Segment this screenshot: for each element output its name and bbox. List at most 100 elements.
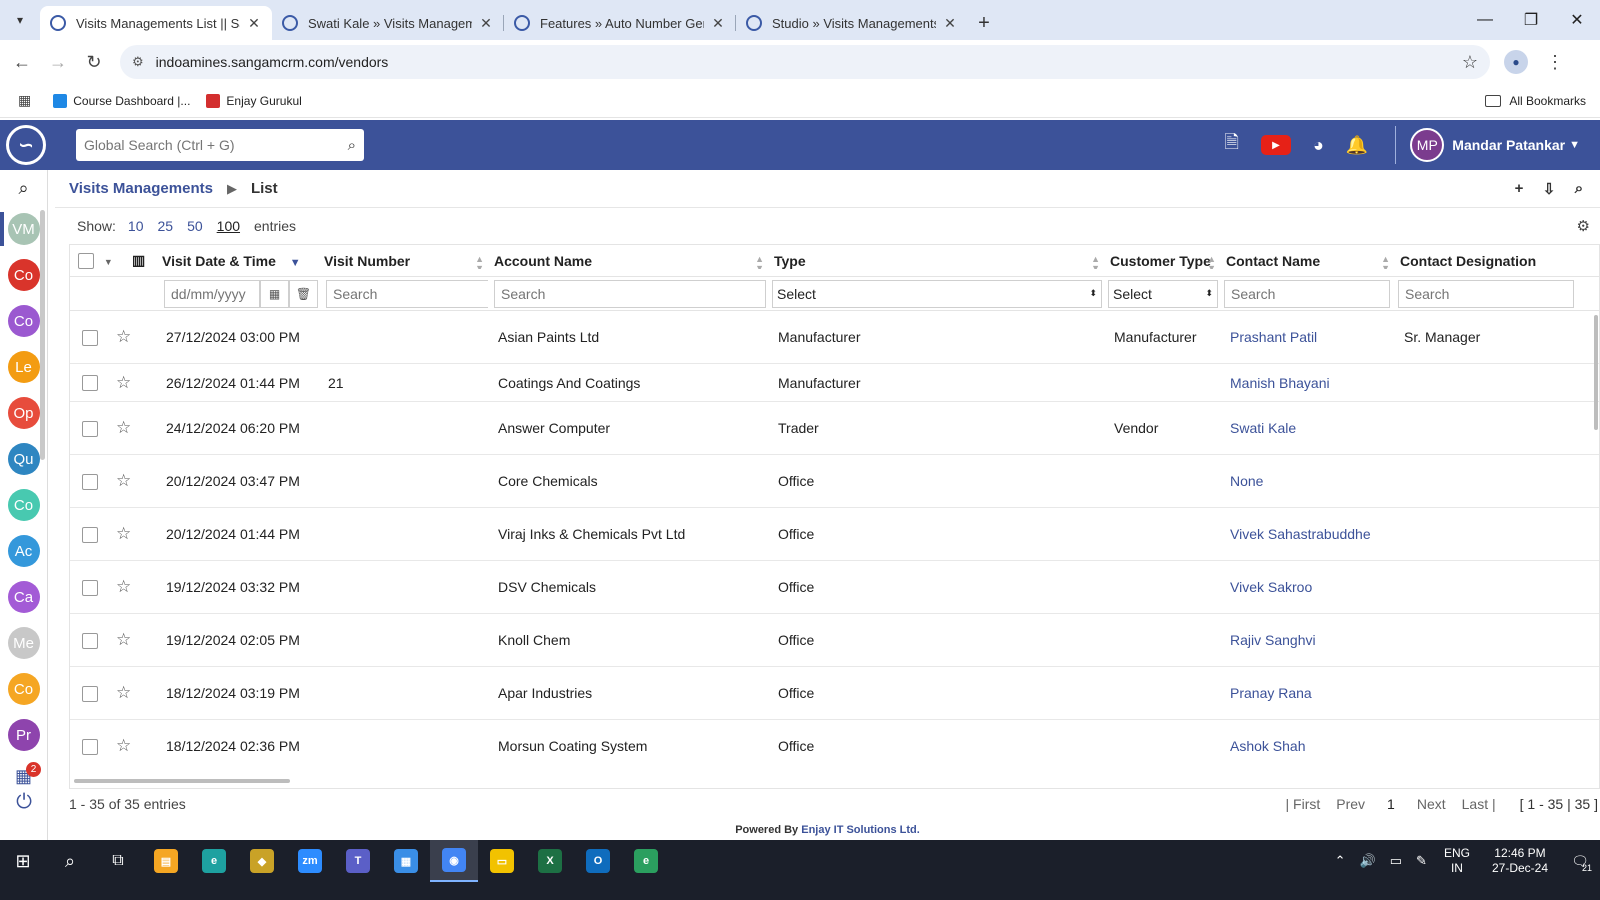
globe-icon[interactable]: ◕ (1313, 135, 1324, 156)
sidebar-module-item[interactable]: Co (0, 482, 47, 528)
task-view-icon[interactable]: ⧉ (94, 840, 142, 882)
table-vertical-scrollbar[interactable] (1594, 315, 1598, 430)
excel-app[interactable]: X (526, 840, 574, 882)
row-checkbox[interactable] (82, 420, 98, 437)
minimize-icon[interactable]: — (1462, 11, 1508, 29)
table-row[interactable]: ☆ 27/12/2024 03:00 PM Asian Paints Ltd Manu… (70, 311, 1599, 364)
sidebar-notifications-item[interactable]: ▦ 2 (0, 758, 47, 794)
table-row[interactable]: ☆ 20/12/2024 03:47 PM Core Chemicals Office… (70, 455, 1599, 508)
sort-icon[interactable]: ▲ ▼ (1381, 254, 1390, 269)
row-checkbox[interactable] (82, 329, 98, 346)
profile-icon[interactable]: ● (1504, 50, 1528, 74)
cell-contact-name[interactable]: None (1220, 473, 1394, 489)
forward-arrow-icon[interactable]: → (40, 52, 76, 73)
page-size-10[interactable]: 10 (128, 218, 144, 234)
sort-icon[interactable]: ▲ ▼ (1091, 254, 1100, 269)
pen-icon[interactable]: ✎ (1416, 853, 1427, 869)
sidebar-scrollbar[interactable] (40, 210, 45, 460)
chrome-app[interactable]: ◉ (430, 840, 478, 882)
sort-icon[interactable]: ▲ ▼ (755, 254, 764, 269)
teams-app[interactable]: T (334, 840, 382, 882)
row-checkbox[interactable] (82, 375, 98, 392)
sidebar-module-item[interactable]: Pr (0, 712, 47, 758)
cell-contact-name[interactable]: Vivek Sakroo (1220, 579, 1394, 595)
trash-icon[interactable]: 🗑 (289, 279, 318, 308)
power-icon[interactable]: ⏻ (0, 791, 48, 814)
language-indicator[interactable]: ENG IN (1444, 846, 1470, 876)
account-name-search[interactable] (494, 279, 766, 308)
sidebar-module-item[interactable]: Co (0, 666, 47, 712)
add-record-icon[interactable]: + (1504, 180, 1534, 198)
youtube-icon[interactable]: ▶ (1260, 135, 1291, 155)
close-tab-icon[interactable]: ✕ (478, 15, 494, 32)
explorer-app[interactable]: ▭ (478, 840, 526, 882)
table-row[interactable]: ☆ 19/12/2024 02:05 PM Knoll Chem Office Raji… (70, 614, 1599, 667)
apps-grid-icon[interactable]: ▦ (18, 92, 31, 109)
table-row[interactable]: ☆ 18/12/2024 02:36 PM Morsun Coating Syste… (70, 720, 1599, 769)
col-contact-name[interactable]: Contact Name ▲ ▼ (1220, 253, 1394, 269)
row-favorite-star-icon[interactable]: ☆ (112, 524, 156, 544)
taskbar-search-icon[interactable]: ⌕ (46, 840, 94, 882)
cell-contact-name[interactable]: Ashok Shah (1220, 738, 1394, 754)
close-tab-icon[interactable]: ✕ (710, 15, 726, 32)
row-checkbox[interactable] (82, 473, 98, 490)
pager-last[interactable]: Last | (1462, 796, 1496, 812)
gear-icon[interactable]: ⚙ (1577, 217, 1590, 235)
bookmark-enjay-gurukul[interactable]: Enjay Gurukul (206, 93, 302, 108)
table-horizontal-scrollbar[interactable] (74, 779, 290, 783)
global-search-box[interactable]: ⌕ (76, 129, 364, 161)
row-favorite-star-icon[interactable]: ☆ (112, 736, 156, 756)
all-bookmarks-button[interactable]: All Bookmarks (1485, 94, 1586, 108)
outlook-app[interactable]: O (574, 840, 622, 882)
system-clock[interactable]: 12:46 PM 27-Dec-24 (1492, 846, 1548, 876)
table-row[interactable]: ☆ 20/12/2024 01:44 PM Viraj Inks & Chemica… (70, 508, 1599, 561)
customer-type-select[interactable]: Select ⬍ (1108, 279, 1218, 308)
import-icon[interactable]: ⇩ (1534, 180, 1564, 198)
contact-name-search[interactable] (1224, 279, 1390, 308)
row-favorite-star-icon[interactable]: ☆ (112, 373, 156, 393)
close-tab-icon[interactable]: ✕ (942, 15, 958, 32)
type-select[interactable]: Select ⬍ (772, 279, 1102, 308)
col-account-name[interactable]: Account Name ▲ ▼ (488, 253, 768, 269)
sort-icon[interactable]: ▲ ▼ (1207, 254, 1216, 269)
cell-contact-name[interactable]: Manish Bhayani (1220, 375, 1394, 391)
page-size-25[interactable]: 25 (158, 218, 174, 234)
edge-app[interactable]: e (190, 840, 238, 882)
cell-contact-name[interactable]: Prashant Patil (1220, 329, 1394, 345)
browser-tab[interactable]: Studio » Visits Managements Fi ✕ (736, 6, 968, 40)
column-chooser-icon[interactable]: ▥ (128, 252, 156, 269)
back-arrow-icon[interactable]: ← (4, 52, 40, 73)
close-window-icon[interactable]: ✕ (1554, 10, 1600, 30)
page-size-50[interactable]: 50 (187, 218, 203, 234)
windows-app[interactable]: ▦ (382, 840, 430, 882)
volume-icon[interactable]: 🔊 (1360, 853, 1376, 869)
company-link[interactable]: Enjay IT Solutions Ltd. (801, 824, 920, 836)
visit-number-search[interactable] (326, 279, 488, 308)
reload-icon[interactable]: ↻ (76, 52, 112, 73)
calendar-icon[interactable]: ▦ (260, 279, 289, 308)
select-all-checkbox[interactable] (78, 253, 94, 270)
document-search-icon[interactable]: 🗎 (1225, 130, 1239, 160)
row-checkbox[interactable] (82, 632, 98, 649)
bell-icon[interactable]: 🔔 (1346, 135, 1368, 156)
breadcrumb-module-link[interactable]: Visits Managements (69, 180, 213, 197)
bookmark-star-icon[interactable]: ☆ (1462, 52, 1478, 73)
sort-desc-icon[interactable]: ▼ (290, 257, 301, 269)
select-menu-chevron-icon[interactable]: ▼ (104, 257, 113, 267)
pager-current-page[interactable]: 1 (1387, 796, 1395, 812)
row-checkbox[interactable] (82, 685, 98, 702)
table-row[interactable]: ☆ 24/12/2024 06:20 PM Answer Computer Trade… (70, 402, 1599, 455)
new-tab-button[interactable]: + (968, 6, 1000, 40)
row-checkbox[interactable] (82, 579, 98, 596)
col-customer-type[interactable]: Customer Type ▲ ▼ (1104, 253, 1220, 269)
browser-tab[interactable]: Features » Auto Number Gener ✕ (504, 6, 736, 40)
tray-chevron-icon[interactable]: ⌃ (1335, 853, 1346, 869)
cell-contact-name[interactable]: Pranay Rana (1220, 685, 1394, 701)
page-size-100[interactable]: 100 (217, 218, 240, 234)
pager-prev[interactable]: Prev (1336, 796, 1365, 812)
search-icon[interactable]: ⌕ (348, 137, 356, 154)
windows-start-icon[interactable]: ⊞ (0, 851, 46, 872)
row-favorite-star-icon[interactable]: ☆ (112, 630, 156, 650)
table-row[interactable]: ☆ 18/12/2024 03:19 PM Apar Industries Offic… (70, 667, 1599, 720)
bookmark-course-dashboard[interactable]: Course Dashboard |... (53, 93, 190, 108)
